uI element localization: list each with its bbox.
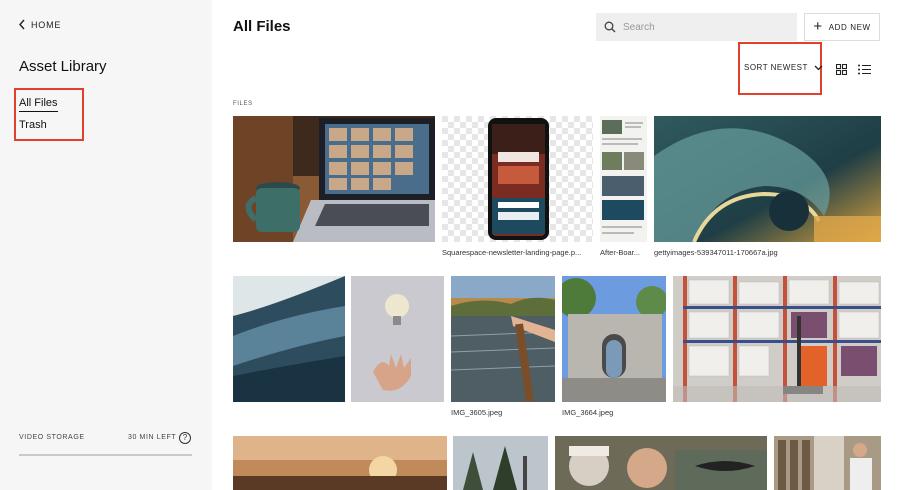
file-thumbnail-warehouse[interactable] bbox=[673, 276, 881, 402]
shop-photo-icon bbox=[774, 436, 881, 490]
file-thumbnail-wave[interactable] bbox=[654, 116, 881, 242]
file-thumbnail-lightbulb[interactable] bbox=[351, 276, 444, 402]
file-thumbnail-laptop[interactable] bbox=[233, 116, 435, 242]
file-thumbnail-river[interactable] bbox=[451, 276, 555, 402]
phone-newsletter-photo-icon bbox=[442, 116, 593, 242]
plus-icon: + bbox=[813, 18, 823, 35]
video-storage-remaining: 30 MIN LEFT bbox=[128, 434, 177, 441]
lightbulb-hand-photo-icon bbox=[351, 276, 444, 402]
file-thumbnail-sunset[interactable] bbox=[233, 436, 447, 490]
nav-highlight-box bbox=[14, 88, 84, 141]
sort-dropdown[interactable]: SORT NEWEST bbox=[744, 63, 823, 72]
file-name: IMG_3664.jpeg bbox=[562, 408, 614, 417]
file-name: Squarespace-newsletter-landing-page.p... bbox=[442, 248, 582, 257]
search-box bbox=[596, 13, 797, 41]
search-icon bbox=[604, 21, 616, 33]
file-name: IMG_3605.jpeg bbox=[451, 408, 503, 417]
file-name: After-Boar... bbox=[600, 248, 641, 257]
sidebar-item-label: All Files bbox=[19, 97, 58, 112]
file-thumbnail-surf[interactable] bbox=[233, 276, 345, 402]
file-thumbnail-people[interactable] bbox=[555, 436, 767, 490]
people-photo-icon bbox=[555, 436, 767, 490]
grid-view-icon[interactable] bbox=[836, 64, 847, 75]
sort-label: SORT NEWEST bbox=[744, 63, 808, 72]
search-input[interactable] bbox=[623, 21, 783, 33]
laptop-coffee-photo-icon bbox=[233, 116, 435, 242]
library-title: Asset Library bbox=[19, 58, 107, 75]
trees-photo-icon bbox=[453, 436, 548, 490]
river-fishing-photo-icon bbox=[451, 276, 555, 402]
page-title: All Files bbox=[233, 18, 291, 35]
file-thumbnail-building[interactable] bbox=[562, 276, 666, 402]
sunset-photo-icon bbox=[233, 436, 447, 490]
file-thumbnail-after-board[interactable] bbox=[600, 116, 647, 242]
surf-wave-photo-icon bbox=[233, 276, 345, 402]
home-link[interactable]: HOME bbox=[18, 19, 61, 30]
file-thumbnail-trees[interactable] bbox=[453, 436, 548, 490]
files-section-label: FILES bbox=[233, 101, 253, 107]
sidebar: HOME Asset Library All Files Trash VIDEO… bbox=[0, 0, 212, 490]
wave-photo-icon bbox=[654, 116, 881, 242]
building-photo-icon bbox=[562, 276, 666, 402]
video-storage-label: VIDEO STORAGE bbox=[19, 434, 85, 441]
sidebar-item-all-files[interactable]: All Files bbox=[19, 97, 58, 112]
asset-library-app: HOME Asset Library All Files Trash VIDEO… bbox=[0, 0, 900, 490]
file-thumbnail-shop[interactable] bbox=[774, 436, 881, 490]
home-label: HOME bbox=[31, 19, 62, 30]
document-collage-photo-icon bbox=[600, 116, 647, 242]
file-name: gettyimages-539347011-170667a.jpg bbox=[654, 248, 778, 257]
list-view-icon[interactable] bbox=[858, 64, 871, 75]
sidebar-item-trash[interactable]: Trash bbox=[19, 119, 47, 131]
file-thumbnail-newsletter[interactable] bbox=[442, 116, 593, 242]
storage-progress-bar bbox=[19, 454, 192, 456]
add-new-button[interactable]: + ADD NEW bbox=[804, 13, 880, 41]
chevron-down-icon bbox=[814, 65, 823, 70]
sidebar-item-label: Trash bbox=[19, 119, 47, 131]
warehouse-forklift-photo-icon bbox=[673, 276, 881, 402]
chevron-left-icon bbox=[19, 19, 25, 30]
add-new-label: ADD NEW bbox=[828, 22, 871, 32]
help-icon[interactable]: ? bbox=[179, 432, 191, 444]
